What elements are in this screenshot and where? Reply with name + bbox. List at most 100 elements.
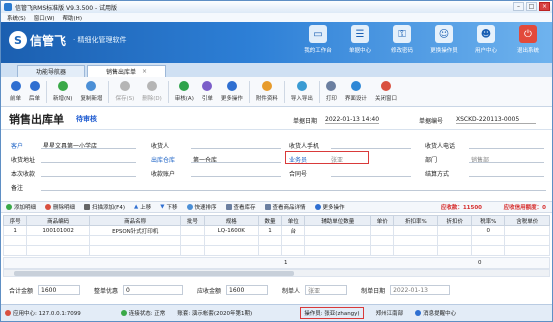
exit-system-button[interactable]: ⏻ 退出系统 [510, 25, 546, 54]
table-cell[interactable] [281, 235, 306, 246]
tab-sales-outbound[interactable]: 销售出库单 × [87, 65, 167, 77]
table-cell[interactable] [180, 225, 205, 236]
toolbar-button-7[interactable]: 引单 [198, 78, 217, 106]
change-password-button[interactable]: ⚿ 修改密码 [384, 25, 420, 54]
toolbar-button-2[interactable]: 新增(N) [49, 78, 76, 106]
toolbar-button-1[interactable]: 后单 [25, 78, 44, 106]
add-detail-button[interactable]: 添加明细 [6, 203, 36, 211]
quick-sort-button[interactable]: 快速排序 [186, 203, 217, 211]
discount-field[interactable]: 0 [123, 285, 184, 295]
column-header[interactable]: 批号 [180, 215, 205, 226]
toolbar-button-12[interactable]: 界面设计 [341, 78, 371, 106]
maker-field[interactable]: 张亚 [305, 285, 348, 295]
scroll-thumb[interactable] [14, 271, 294, 276]
column-header[interactable]: 商品编码 [26, 215, 91, 226]
date-field[interactable]: 2022-01-13 14:40 [325, 116, 380, 124]
column-header[interactable]: 含税单价 [504, 215, 550, 226]
menu-system[interactable]: 系统(S) [7, 14, 26, 22]
table-cell[interactable] [471, 245, 506, 256]
table-cell[interactable] [304, 235, 372, 246]
column-header[interactable]: 商品名称 [89, 215, 182, 226]
menu-window[interactable]: 窗口(W) [34, 14, 55, 22]
message-center-button[interactable]: 消息提醒中心 [415, 309, 456, 317]
tab-close-icon[interactable]: × [142, 68, 147, 75]
toolbar-button-4[interactable]: 保存(S) [111, 78, 138, 106]
column-header[interactable]: 单价 [370, 215, 395, 226]
salesman-field[interactable]: 张亚 [331, 155, 343, 164]
toolbar-button-3[interactable]: 复制新增 [76, 78, 106, 106]
table-cell[interactable]: EPSON针式打印机 [89, 225, 182, 236]
contract-field[interactable] [331, 176, 411, 177]
remark-field[interactable] [41, 190, 546, 191]
table-cell[interactable] [504, 235, 550, 246]
table-cell[interactable] [304, 245, 372, 256]
received-field[interactable] [41, 176, 136, 177]
made-date-field[interactable]: 2022-01-13 [390, 285, 451, 295]
switch-operator-button[interactable]: ☺ 更换操作员 [426, 25, 462, 54]
table-cell[interactable] [2, 235, 28, 246]
table-cell[interactable]: 100101002 [26, 225, 91, 236]
tab-navigator[interactable]: 功能导航器 [17, 65, 86, 77]
toolbar-button-10[interactable]: 导入导出 [287, 78, 317, 106]
table-cell[interactable]: 1 [2, 225, 28, 236]
maximize-button[interactable]: □ [526, 2, 537, 11]
table-cell[interactable] [471, 235, 506, 246]
table-cell[interactable] [393, 225, 439, 236]
move-up-button[interactable]: ▲ 上移 [134, 203, 151, 211]
toolbar-button-8[interactable]: 更多操作 [217, 78, 247, 106]
view-product-button[interactable]: 查看商品详情 [264, 203, 306, 211]
column-header[interactable]: 税率% [471, 215, 506, 226]
address-field[interactable] [41, 162, 136, 163]
scan-add-button[interactable]: 扫描添加(F4) [84, 203, 125, 211]
receiver-phone-field[interactable] [331, 148, 411, 149]
table-row-empty[interactable] [2, 245, 550, 256]
table-cell[interactable] [26, 245, 91, 256]
table-cell[interactable] [437, 245, 473, 256]
view-stock-button[interactable]: 查看库存 [225, 203, 256, 211]
toolbar-button-9[interactable]: 附件资料 [252, 78, 282, 106]
table-cell[interactable] [393, 245, 439, 256]
doc-no-field[interactable]: XSCKD-220113-0005 [456, 116, 536, 124]
receivable-field[interactable]: 1600 [226, 285, 269, 295]
table-cell[interactable] [89, 245, 182, 256]
column-header[interactable]: 折扣价 [437, 215, 473, 226]
settle-field[interactable] [469, 176, 544, 177]
column-header[interactable]: 规格 [203, 215, 259, 226]
column-header[interactable]: 折扣率% [393, 215, 439, 226]
table-scrollbar[interactable] [3, 269, 550, 277]
table-cell[interactable]: 台 [281, 225, 306, 236]
table-cell[interactable] [89, 235, 182, 246]
table-cell[interactable]: 1 [257, 225, 283, 236]
sum-field[interactable]: 1600 [38, 285, 81, 295]
account-field[interactable] [191, 176, 281, 177]
table-cell[interactable] [180, 235, 205, 246]
doc-center-button[interactable]: ☰ 单据中心 [342, 25, 378, 54]
column-header[interactable]: 辅助单位数量 [304, 215, 372, 226]
table-cell[interactable] [504, 245, 550, 256]
table-cell[interactable] [304, 225, 372, 236]
table-row[interactable]: 1 100101002 EPSON针式打印机 LQ-1600K 1 台 0 [2, 225, 550, 236]
table-cell[interactable] [370, 235, 395, 246]
toolbar-button-11[interactable]: 打印 [322, 78, 341, 106]
table-cell[interactable] [203, 245, 259, 256]
table-cell[interactable] [504, 225, 550, 236]
menu-help[interactable]: 帮助(H) [63, 14, 82, 22]
column-header[interactable]: 单位 [281, 215, 306, 226]
column-header[interactable]: 序号 [2, 215, 28, 226]
table-cell[interactable] [370, 225, 395, 236]
table-cell[interactable] [2, 245, 28, 256]
table-cell[interactable]: 0 [471, 225, 506, 236]
toolbar-button-13[interactable]: 关闭窗口 [371, 78, 401, 106]
move-down-button[interactable]: ▼ 下移 [160, 203, 177, 211]
receiver-tel-field[interactable] [469, 148, 544, 149]
workbench-button[interactable]: ▭ 我的工作台 [300, 25, 336, 54]
table-cell[interactable] [26, 235, 91, 246]
delete-detail-button[interactable]: 删除明细 [45, 203, 75, 211]
table-cell[interactable]: LQ-1600K [203, 225, 259, 236]
receiver-field[interactable] [191, 148, 281, 149]
table-cell[interactable] [257, 235, 283, 246]
toolbar-button-6[interactable]: 审核(A) [171, 78, 198, 106]
minimize-button[interactable]: – [513, 2, 524, 11]
table-cell[interactable] [437, 235, 473, 246]
table-cell[interactable] [370, 245, 395, 256]
